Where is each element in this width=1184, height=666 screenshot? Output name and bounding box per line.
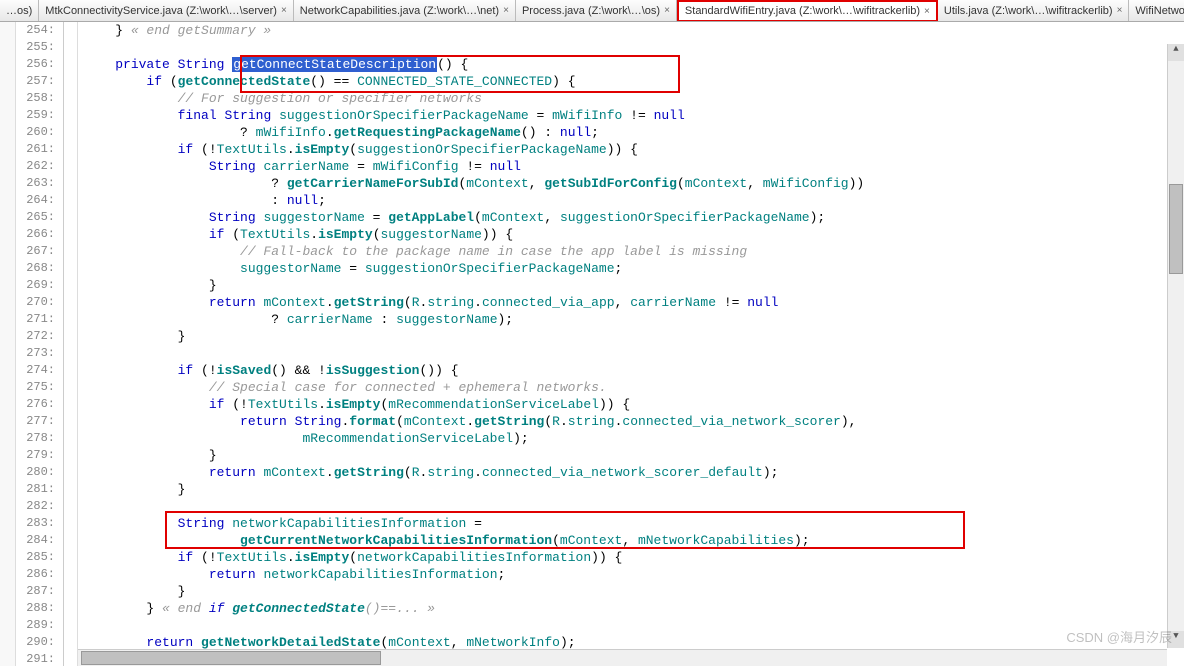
code-line[interactable]: final String suggestionOrSpecifierPackag… [84, 107, 1184, 124]
code-line[interactable]: if (getConnectedState() == CONNECTED_STA… [84, 73, 1184, 90]
line-number: 258: [16, 90, 59, 107]
line-number: 274: [16, 362, 59, 379]
scroll-down-icon[interactable]: ▼ [1168, 631, 1184, 648]
code-line[interactable]: mRecommendationServiceLabel); [84, 430, 1184, 447]
tab-mtkconnectivityservice-java[interactable]: MtkConnectivityService.java (Z:\work\…\s… [39, 0, 294, 21]
code-line[interactable]: return mContext.getString(R.string.conne… [84, 294, 1184, 311]
code-line[interactable]: if (!TextUtils.isEmpty(suggestionOrSpeci… [84, 141, 1184, 158]
line-number: 291: [16, 651, 59, 666]
tab-process-java[interactable]: Process.java (Z:\work\…\os)× [516, 0, 677, 21]
code-line[interactable]: String carrierName = mWifiConfig != null [84, 158, 1184, 175]
line-number: 279: [16, 447, 59, 464]
code-line[interactable]: return networkCapabilitiesInformation; [84, 566, 1184, 583]
line-number: 275: [16, 379, 59, 396]
code-line[interactable]: return String.format(mContext.getString(… [84, 413, 1184, 430]
line-number: 255: [16, 39, 59, 56]
line-number: 285: [16, 549, 59, 566]
code-line[interactable]: if (TextUtils.isEmpty(suggestorName)) { [84, 226, 1184, 243]
tab-wifinetworkselector-java[interactable]: WifiNetworkSelector.java (Z:\work\…\w [1129, 0, 1184, 21]
tab--os-[interactable]: …os) [0, 0, 39, 21]
code-line[interactable]: ? carrierName : suggestorName); [84, 311, 1184, 328]
tab-utils-java[interactable]: Utils.java (Z:\work\…\wifitrackerlib)× [938, 0, 1130, 21]
line-number: 290: [16, 634, 59, 651]
code-line[interactable]: private String getConnectStateDescriptio… [84, 56, 1184, 73]
code-line[interactable]: ? getCarrierNameForSubId(mContext, getSu… [84, 175, 1184, 192]
code-line[interactable]: } [84, 583, 1184, 600]
line-number: 272: [16, 328, 59, 345]
code-line[interactable] [84, 498, 1184, 515]
horizontal-scroll-thumb[interactable] [81, 651, 381, 665]
line-number: 286: [16, 566, 59, 583]
line-number: 289: [16, 617, 59, 634]
vertical-scrollbar[interactable]: ▲ ▼ [1167, 44, 1184, 648]
code-line[interactable]: suggestorName = suggestionOrSpecifierPac… [84, 260, 1184, 277]
line-number: 263: [16, 175, 59, 192]
line-number: 268: [16, 260, 59, 277]
line-number: 284: [16, 532, 59, 549]
scroll-up-icon[interactable]: ▲ [1168, 44, 1184, 61]
vertical-scroll-thumb[interactable] [1169, 184, 1183, 274]
tab-close-icon[interactable]: × [503, 5, 509, 16]
line-number: 256: [16, 56, 59, 73]
line-number: 277: [16, 413, 59, 430]
line-number-gutter: 254:255:256:257:258:259:260:261:262:263:… [16, 22, 64, 666]
code-line[interactable]: // Special case for connected + ephemera… [84, 379, 1184, 396]
code-line[interactable]: // For suggestion or specifier networks [84, 90, 1184, 107]
code-editor: 254:255:256:257:258:259:260:261:262:263:… [0, 22, 1184, 666]
code-line[interactable]: } « end if getConnectedState()==... » [84, 600, 1184, 617]
code-line[interactable]: if (!TextUtils.isEmpty(networkCapabiliti… [84, 549, 1184, 566]
code-line[interactable]: if (!isSaved() && !isSuggestion()) { [84, 362, 1184, 379]
horizontal-scrollbar[interactable] [78, 649, 1167, 666]
marker-gutter [0, 22, 16, 666]
line-number: 254: [16, 22, 59, 39]
selection-highlight: getConnectStateDescription [232, 57, 437, 72]
line-number: 264: [16, 192, 59, 209]
line-number: 276: [16, 396, 59, 413]
line-number: 278: [16, 430, 59, 447]
code-line[interactable]: } [84, 328, 1184, 345]
line-number: 269: [16, 277, 59, 294]
code-line[interactable]: if (!TextUtils.isEmpty(mRecommendationSe… [84, 396, 1184, 413]
code-line[interactable]: : null; [84, 192, 1184, 209]
code-line[interactable]: String suggestorName = getAppLabel(mCont… [84, 209, 1184, 226]
line-number: 266: [16, 226, 59, 243]
code-line[interactable]: String networkCapabilitiesInformation = [84, 515, 1184, 532]
tab-close-icon[interactable]: × [664, 5, 670, 16]
code-line[interactable]: } [84, 277, 1184, 294]
line-number: 271: [16, 311, 59, 328]
line-number: 288: [16, 600, 59, 617]
code-line[interactable] [84, 345, 1184, 362]
line-number: 287: [16, 583, 59, 600]
line-number: 260: [16, 124, 59, 141]
tab-close-icon[interactable]: × [1117, 5, 1123, 16]
code-line[interactable]: // Fall-back to the package name in case… [84, 243, 1184, 260]
code-line[interactable] [84, 617, 1184, 634]
tab-standardwifientry-java[interactable]: StandardWifiEntry.java (Z:\work\…\wifitr… [677, 0, 938, 22]
line-number: 267: [16, 243, 59, 260]
code-line[interactable]: getCurrentNetworkCapabilitiesInformation… [84, 532, 1184, 549]
line-number: 259: [16, 107, 59, 124]
tab-close-icon[interactable]: × [281, 5, 287, 16]
code-area[interactable]: } « end getSummary » private String getC… [78, 22, 1184, 666]
line-number: 280: [16, 464, 59, 481]
tab-networkcapabilities-java[interactable]: NetworkCapabilities.java (Z:\work\…\net)… [294, 0, 516, 21]
line-number: 283: [16, 515, 59, 532]
line-number: 257: [16, 73, 59, 90]
line-number: 262: [16, 158, 59, 175]
code-line[interactable] [84, 39, 1184, 56]
code-line[interactable]: return mContext.getString(R.string.conne… [84, 464, 1184, 481]
tab-bar: …os)MtkConnectivityService.java (Z:\work… [0, 0, 1184, 22]
code-line[interactable]: ? mWifiInfo.getRequestingPackageName() :… [84, 124, 1184, 141]
code-line[interactable]: } [84, 481, 1184, 498]
line-number: 282: [16, 498, 59, 515]
line-number: 270: [16, 294, 59, 311]
code-line[interactable]: } « end getSummary » [84, 22, 1184, 39]
line-number: 261: [16, 141, 59, 158]
tab-close-icon[interactable]: × [924, 6, 930, 17]
code-line[interactable]: } [84, 447, 1184, 464]
line-number: 265: [16, 209, 59, 226]
line-number: 273: [16, 345, 59, 362]
line-number: 281: [16, 481, 59, 498]
fold-gutter [64, 22, 78, 666]
